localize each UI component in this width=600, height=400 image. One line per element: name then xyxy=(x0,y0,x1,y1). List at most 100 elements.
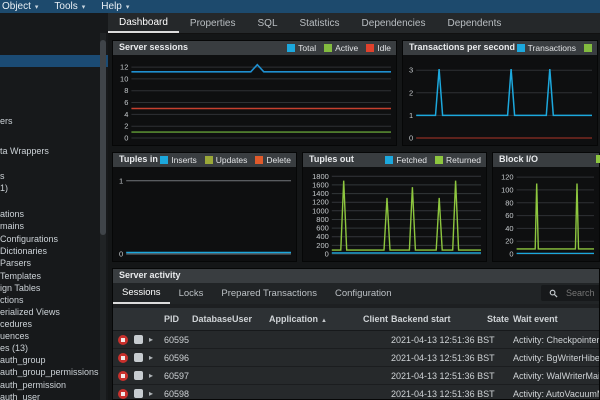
tree-item[interactable]: es (13) xyxy=(0,342,108,354)
tree-item[interactable]: Parsers xyxy=(0,257,108,269)
cell-pid: 60595 xyxy=(164,335,192,345)
search-icon xyxy=(549,289,558,298)
tree-item[interactable]: cedures xyxy=(0,318,108,330)
tree-item[interactable]: auth_permission xyxy=(0,379,108,391)
legend xyxy=(596,155,600,163)
panel-header: Transactions per second Transactions xyxy=(403,41,597,55)
panel-server-sessions: Server sessions TotalActiveIdle 02468101… xyxy=(112,40,397,146)
tree-item[interactable]: Configurations xyxy=(0,233,108,245)
column-header-state[interactable]: State xyxy=(487,314,513,324)
cancel-session-button[interactable] xyxy=(118,335,128,345)
expand-row-icon[interactable]: ▸ xyxy=(149,353,153,362)
search-box[interactable] xyxy=(541,285,600,301)
tree-item[interactable]: ign Tables xyxy=(0,282,108,294)
legend-swatch xyxy=(366,44,374,52)
tab-dashboard[interactable]: Dashboard xyxy=(108,13,179,33)
panel-transactions-per-second: Transactions per second Transactions 012… xyxy=(402,40,598,146)
menu-tools[interactable]: Tools ▾ xyxy=(48,1,95,12)
column-header-application[interactable]: Application▲ xyxy=(269,314,363,324)
tree-item[interactable]: auth_group_permissions xyxy=(0,366,108,378)
column-header-user[interactable]: User xyxy=(232,314,269,324)
tree-item[interactable]: auth_user xyxy=(0,391,108,400)
tree-item[interactable]: erialized Views xyxy=(0,306,108,318)
legend-entry: Updates xyxy=(205,155,248,165)
session-row[interactable]: ▸605982021-04-13 12:51:36 BSTActivity: A… xyxy=(113,385,599,400)
search-input[interactable] xyxy=(564,287,600,299)
tree-item[interactable]: Dictionaries xyxy=(0,245,108,257)
legend-label: Active xyxy=(335,43,358,53)
cell-backend-start: 2021-04-13 12:51:36 BST xyxy=(391,353,487,363)
sidebar-scrollbar-thumb[interactable] xyxy=(100,40,106,235)
tab-sessions[interactable]: Sessions xyxy=(113,283,170,304)
server-sessions-chart: 024681012 xyxy=(113,55,394,145)
tree-item[interactable]: s xyxy=(0,170,108,182)
tree-item[interactable]: ations xyxy=(0,208,108,220)
column-header-database[interactable]: Database xyxy=(192,314,232,324)
caret-down-icon: ▾ xyxy=(35,3,39,11)
server-activity-header: Server activity xyxy=(113,269,599,283)
legend-entry: Transactions xyxy=(517,43,576,53)
panel-title: Block I/O xyxy=(499,154,538,164)
menu-label: Tools xyxy=(54,1,77,12)
sessions-table-body: ▸605952021-04-13 12:51:36 BSTActivity: C… xyxy=(113,331,599,400)
main-tabs: DashboardPropertiesSQLStatisticsDependen… xyxy=(108,13,600,34)
tab-configuration[interactable]: Configuration xyxy=(326,283,401,304)
cell-wait-event: Activity: AutoVacuumMain xyxy=(513,389,600,399)
legend-swatch xyxy=(255,156,263,164)
tree-item[interactable]: uences xyxy=(0,330,108,342)
session-row[interactable]: ▸605972021-04-13 12:51:36 BSTActivity: W… xyxy=(113,367,599,385)
tree-item[interactable]: 1) xyxy=(0,182,108,194)
svg-text:10: 10 xyxy=(120,74,128,83)
tree-item[interactable]: ers xyxy=(0,115,108,127)
expand-row-icon[interactable]: ▸ xyxy=(149,371,153,380)
column-header-wait-event[interactable]: Wait event xyxy=(513,314,600,324)
legend-swatch xyxy=(435,156,443,164)
legend-label: Fetched xyxy=(396,155,427,165)
panel-title: Tuples out xyxy=(309,154,354,164)
tab-dependents[interactable]: Dependents xyxy=(436,13,512,33)
menu-object[interactable]: Object▾ xyxy=(0,1,48,12)
legend-entry: Active xyxy=(324,43,358,53)
tab-sql[interactable]: SQL xyxy=(247,13,289,33)
cancel-session-button[interactable] xyxy=(118,353,128,363)
legend-swatch xyxy=(385,156,393,164)
legend-entry: Delete xyxy=(255,155,291,165)
sessions-table-header: PIDDatabaseUserApplication▲ClientBackend… xyxy=(113,308,599,331)
tree-item[interactable]: auth_group xyxy=(0,354,108,366)
expand-row-icon[interactable]: ▸ xyxy=(149,335,153,344)
legend-swatch xyxy=(287,44,295,52)
terminate-session-button[interactable] xyxy=(134,389,143,398)
menu-help[interactable]: Help▾ xyxy=(95,1,139,12)
tree-item[interactable]: ta Wrappers xyxy=(0,145,108,157)
tree-item[interactable]: ctions xyxy=(0,294,108,306)
tab-statistics[interactable]: Statistics xyxy=(289,13,351,33)
terminate-session-button[interactable] xyxy=(134,353,143,362)
cancel-session-button[interactable] xyxy=(118,371,128,381)
tree-item[interactable]: mains xyxy=(0,220,108,232)
svg-text:3: 3 xyxy=(409,66,413,75)
cell-backend-start: 2021-04-13 12:51:36 BST xyxy=(391,389,487,399)
tab-prepared-transactions[interactable]: Prepared Transactions xyxy=(212,283,326,304)
row-actions: ▸ xyxy=(116,353,164,363)
menubar-items: Object▾ Tools ▾ Help▾ xyxy=(0,1,139,12)
terminate-session-button[interactable] xyxy=(134,335,143,344)
expand-row-icon[interactable]: ▸ xyxy=(149,389,153,398)
svg-text:1600: 1600 xyxy=(312,180,329,189)
caret-down-icon: ▾ xyxy=(82,3,86,11)
cancel-session-button[interactable] xyxy=(118,389,128,399)
session-row[interactable]: ▸605952021-04-13 12:51:36 BSTActivity: C… xyxy=(113,331,599,349)
session-row[interactable]: ▸605962021-04-13 12:51:36 BSTActivity: B… xyxy=(113,349,599,367)
panel-block-io: Block I/O 020406080100120 xyxy=(492,152,600,262)
object-explorer-tree: ers ta Wrappers s1) ationsmainsConfiguratio… xyxy=(0,13,108,400)
column-header-client[interactable]: Client xyxy=(363,314,391,324)
terminate-session-button[interactable] xyxy=(134,371,143,380)
column-header-backend-start[interactable]: Backend start xyxy=(391,314,487,324)
tree-item[interactable]: Templates xyxy=(0,270,108,282)
tree-item[interactable] xyxy=(0,55,108,67)
svg-text:0: 0 xyxy=(409,134,413,143)
tab-properties[interactable]: Properties xyxy=(179,13,247,33)
tab-dependencies[interactable]: Dependencies xyxy=(351,13,437,33)
legend-entry: Fetched xyxy=(385,155,427,165)
column-header-pid[interactable]: PID xyxy=(164,314,192,324)
tab-locks[interactable]: Locks xyxy=(170,283,213,304)
